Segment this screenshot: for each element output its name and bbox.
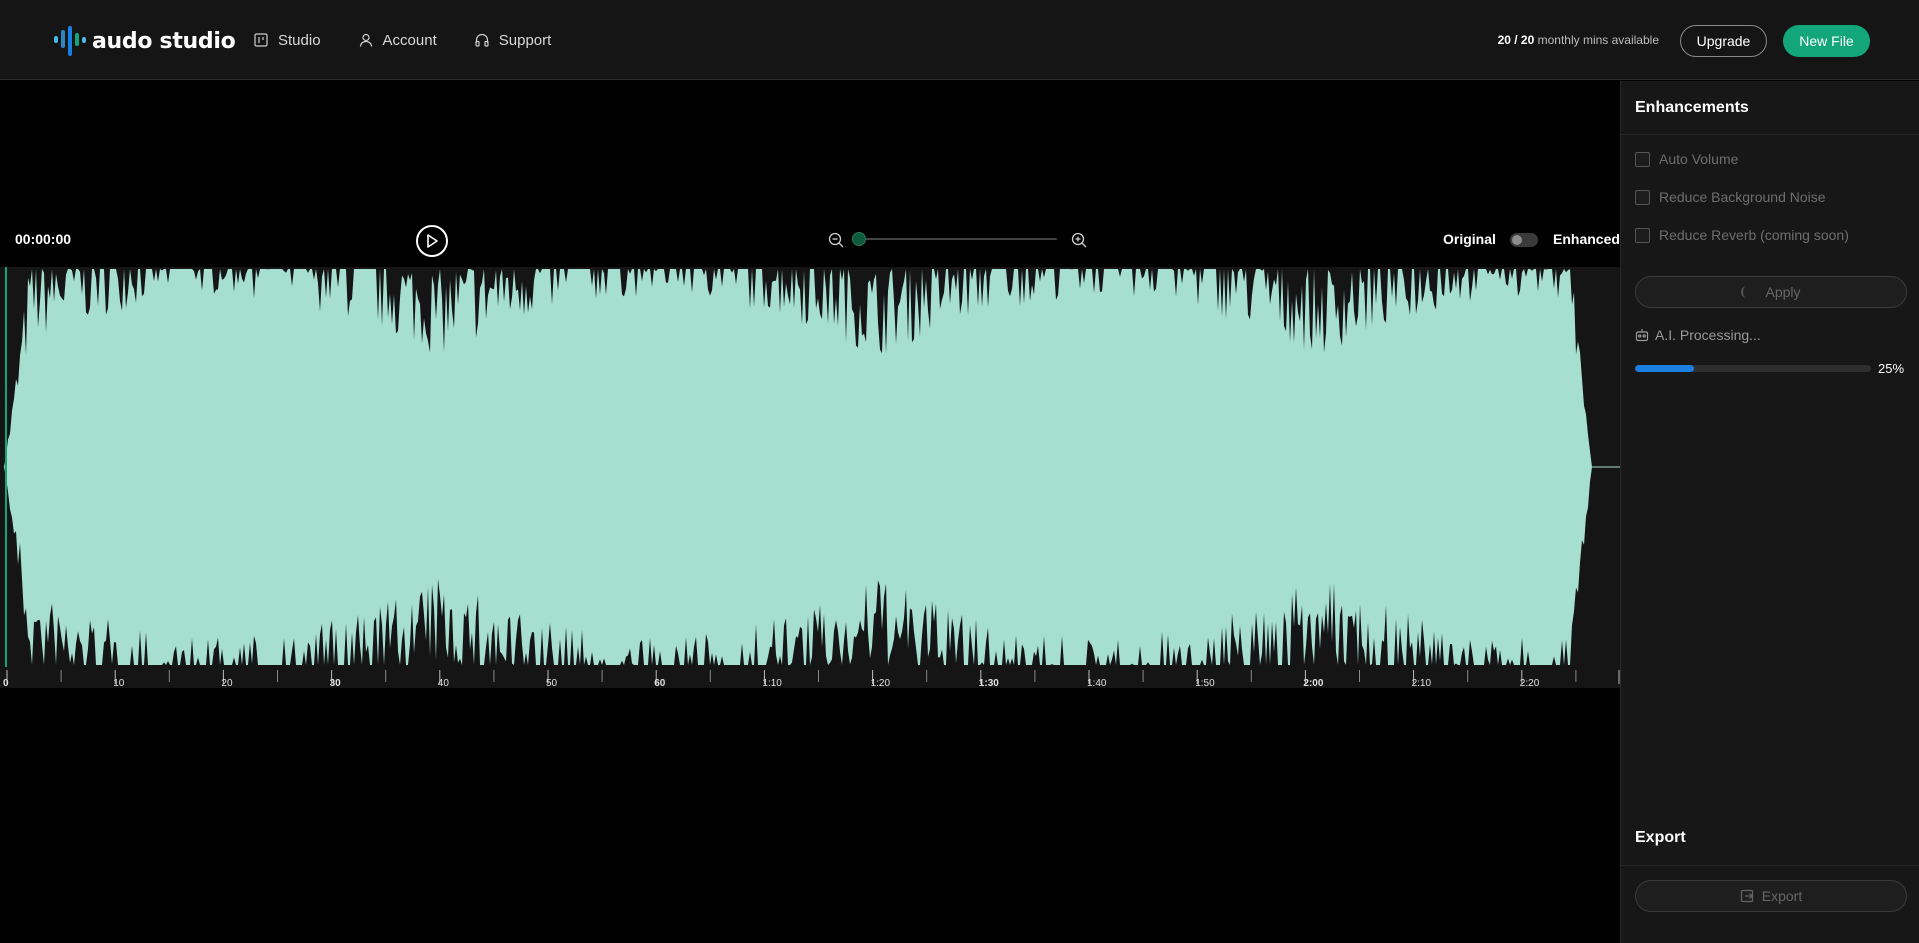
nav-item-support[interactable]: Support — [475, 31, 552, 49]
zoom-out-icon[interactable] — [828, 232, 844, 248]
option-reduce-reverb[interactable]: Reduce Reverb (coming soon) — [1635, 227, 1849, 243]
panel-divider — [1621, 134, 1919, 135]
zoom-in-icon[interactable] — [1071, 232, 1087, 248]
processing-progress-bar — [1635, 365, 1871, 372]
timeline-label: 1:10 — [762, 678, 782, 688]
zoom-slider-track[interactable] — [852, 238, 1057, 240]
nav-label-account: Account — [382, 31, 437, 49]
timeline-label: 1:30 — [979, 678, 999, 688]
timeline-label: 2:20 — [1520, 678, 1540, 688]
reduce-reverb-checkbox[interactable] — [1635, 227, 1650, 243]
new-file-button[interactable]: New File — [1783, 25, 1870, 57]
audio-editor: 00:00:00 Original Enhanced 0 10 20 30 40 50 60… — [0, 81, 1620, 943]
timeline-label: 1:20 — [871, 678, 891, 688]
zoom-slider-thumb[interactable] — [852, 232, 866, 246]
auto-volume-checkbox[interactable] — [1635, 151, 1650, 167]
top-navigation-bar: audo studio Studio Account Support 20 / … — [0, 0, 1919, 80]
upgrade-button[interactable]: Upgrade — [1680, 25, 1767, 57]
play-icon — [427, 234, 438, 248]
export-title: Export — [1635, 829, 1686, 846]
apply-label: Apply — [1765, 284, 1801, 300]
apply-button[interactable]: Apply — [1635, 276, 1907, 308]
timeline-label: 20 — [221, 678, 233, 688]
play-button[interactable] — [416, 225, 448, 257]
timeline-label: 40 — [438, 678, 450, 688]
current-timecode: 00:00:00 — [15, 231, 72, 247]
processing-label: A.I. Processing... — [1655, 327, 1761, 343]
timeline-label: 1:50 — [1195, 678, 1215, 688]
enhancements-title: Enhancements — [1635, 99, 1749, 116]
user-icon — [359, 33, 372, 47]
robot-icon — [1635, 329, 1649, 342]
monthly-minutes-indicator: 20 / 20 monthly mins available — [1498, 33, 1659, 47]
original-enhanced-toggle[interactable] — [1510, 233, 1538, 247]
timeline-label: 2:00 — [1303, 678, 1323, 688]
timeline-label: 0 — [3, 678, 9, 688]
panel-divider — [1621, 865, 1919, 866]
timeline-label: 1:40 — [1087, 678, 1107, 688]
toggle-knob — [1512, 235, 1522, 245]
processing-status: A.I. Processing... — [1635, 327, 1761, 343]
audo-studio-logo[interactable]: audo studio — [54, 26, 236, 56]
timeline-label: 50 — [546, 678, 558, 688]
timeline-ticks: 0 10 20 30 40 50 60 1:10 1:20 1:30 1:40 1:50 2:00 2:1… — [3, 670, 1620, 688]
progress-percentage: 25% — [1878, 361, 1905, 376]
main-nav: Studio Account Support — [254, 0, 551, 80]
option-auto-volume[interactable]: Auto Volume — [1635, 151, 1738, 167]
enhancements-panel: Enhancements Auto Volume Reduce Backgrou… — [1620, 81, 1919, 943]
reduce-reverb-label: Reduce Reverb (coming soon) — [1659, 227, 1849, 243]
timeline-label: 60 — [654, 678, 666, 688]
original-label: Original — [1443, 231, 1496, 247]
studio-icon — [254, 33, 268, 47]
waveform-area[interactable] — [0, 267, 1620, 668]
export-button[interactable]: Export — [1635, 880, 1907, 912]
headphones-icon — [475, 33, 489, 47]
waveform-shape — [4, 269, 1592, 665]
minutes-count: 20 / 20 — [1497, 33, 1535, 47]
export-label: Export — [1761, 888, 1803, 904]
progress-fill — [1635, 365, 1694, 372]
option-reduce-background-noise[interactable]: Reduce Background Noise — [1635, 189, 1826, 205]
playhead-cursor[interactable] — [5, 267, 7, 667]
reduce-background-noise-label: Reduce Background Noise — [1659, 189, 1826, 205]
auto-volume-label: Auto Volume — [1659, 151, 1739, 167]
minutes-suffix: monthly mins available — [1537, 33, 1659, 47]
timeline-label: 30 — [330, 678, 342, 688]
nav-item-account[interactable]: Account — [359, 32, 437, 49]
audio-waveform — [4, 269, 1620, 665]
reduce-background-noise-checkbox[interactable] — [1635, 189, 1650, 205]
timeline-ruler[interactable]: 0 10 20 30 40 50 60 1:10 1:20 1:30 1:40 1:50 2:00 2:1… — [0, 668, 1620, 688]
enhanced-label: Enhanced — [1553, 231, 1620, 247]
timeline-label: 10 — [113, 678, 125, 688]
audo-logo-icon — [54, 26, 86, 56]
loading-spinner-icon — [1741, 286, 1753, 298]
logo-text: audo studio — [92, 28, 236, 54]
nav-item-studio[interactable]: Studio — [254, 32, 321, 49]
nav-label-support: Support — [498, 31, 552, 49]
timeline-label: 2:10 — [1412, 678, 1432, 688]
nav-label-studio: Studio — [278, 31, 321, 49]
export-icon — [1740, 889, 1753, 903]
